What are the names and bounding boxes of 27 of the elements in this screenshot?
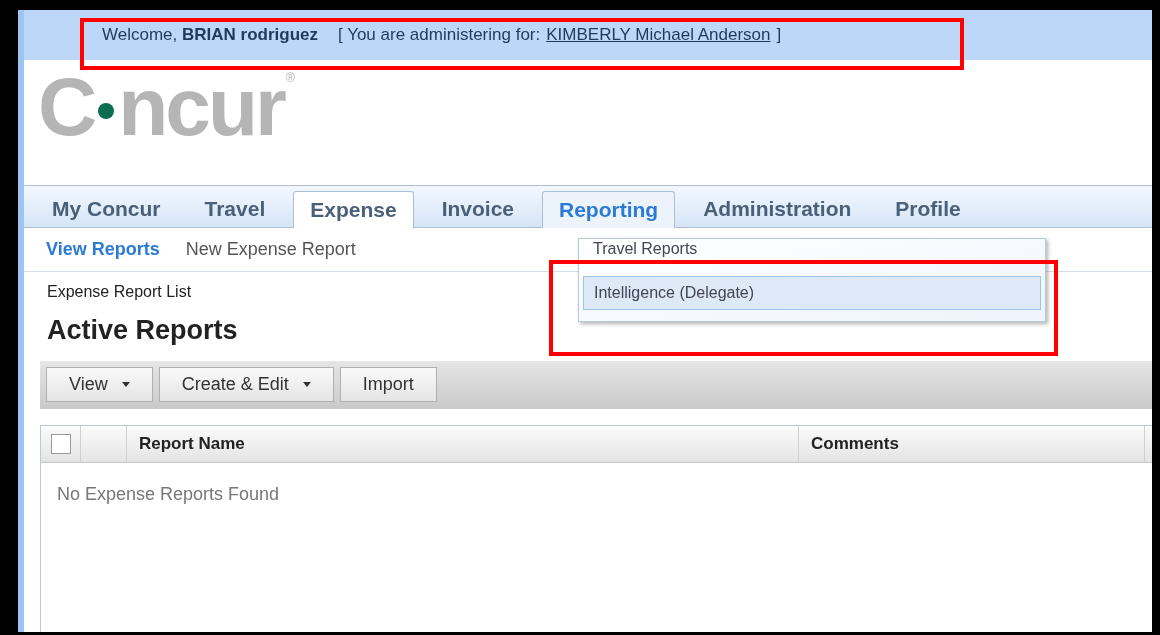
- nav-tab[interactable]: Reporting: [542, 191, 676, 228]
- menu-item[interactable]: Intelligence (Delegate): [583, 276, 1041, 310]
- nav-tab[interactable]: Administration: [687, 191, 868, 227]
- column-header: Report Name: [139, 432, 245, 455]
- bracket-text: ]: [776, 24, 782, 47]
- toolbar-button[interactable]: Create & Edit: [158, 367, 334, 402]
- welcome-text: Welcome, BRIAN rodriguez: [102, 24, 318, 47]
- caret-icon: [302, 382, 311, 387]
- nav-tab[interactable]: Invoice: [425, 191, 530, 227]
- subnav-link[interactable]: View Reports: [46, 236, 160, 263]
- breadcrumb-text: Expense Report List: [47, 282, 192, 302]
- nav-tab[interactable]: My Concur: [36, 191, 177, 227]
- caret-icon: [121, 382, 130, 387]
- select-all-checkbox[interactable]: [50, 433, 71, 454]
- admin-text: [ You are administering for:: [338, 24, 541, 47]
- delegate-link[interactable]: KIMBERLY Michael Anderson: [546, 22, 771, 48]
- menu-item[interactable]: Travel Reports: [583, 240, 1041, 258]
- page-heading: Active Reports: [47, 314, 238, 347]
- nav-tab[interactable]: Expense: [293, 191, 414, 228]
- empty-message: No Expense Reports Found: [56, 482, 280, 506]
- nav-tab[interactable]: Travel: [188, 191, 282, 227]
- toolbar-button[interactable]: View: [46, 367, 153, 402]
- toolbar-button[interactable]: Import: [339, 367, 437, 402]
- concur-logo: C ncur®: [38, 66, 295, 148]
- nav-tab[interactable]: Profile: [879, 191, 977, 227]
- subnav-link[interactable]: New Expense Report: [185, 236, 356, 263]
- column-header: Comments: [811, 432, 899, 455]
